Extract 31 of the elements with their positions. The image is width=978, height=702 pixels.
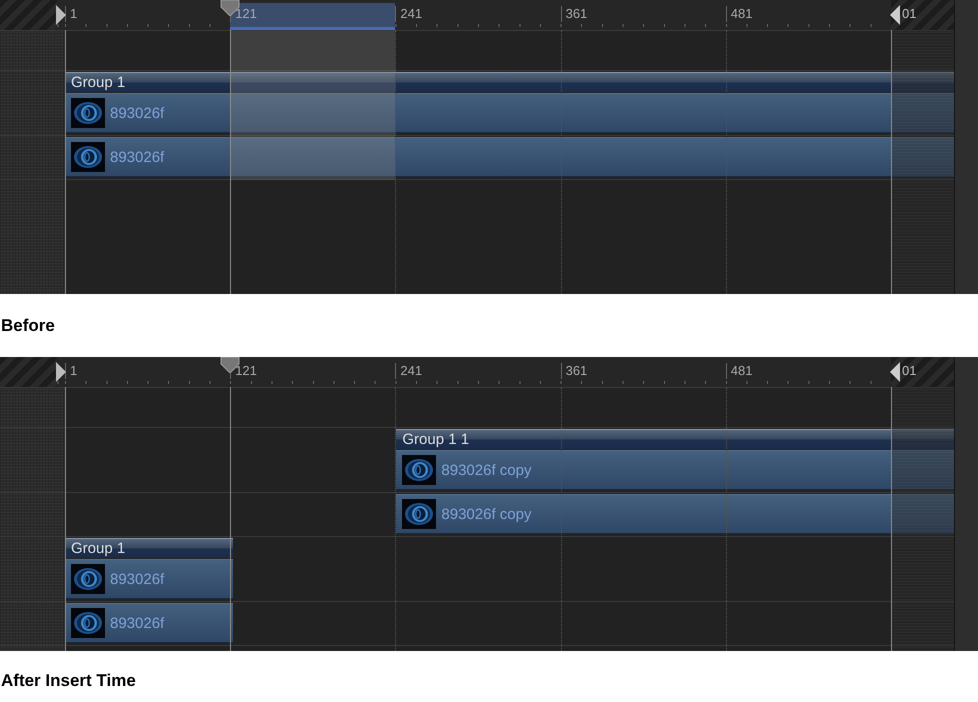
hatched-area xyxy=(0,357,57,387)
layer-name: 893026f xyxy=(110,570,164,588)
hatched-area xyxy=(0,0,57,30)
play-range-end-icon[interactable] xyxy=(890,5,900,25)
hatched-area xyxy=(891,357,955,387)
ruler-label: 01 xyxy=(902,363,916,379)
layer-bar[interactable]: 893026f copy xyxy=(396,494,955,534)
ruler-label: 241 xyxy=(395,363,422,379)
layer-bar[interactable]: 893026f xyxy=(65,137,955,177)
layer-bar[interactable]: 893026f xyxy=(65,93,955,133)
ruler-label: 361 xyxy=(560,363,588,379)
play-range-end-icon[interactable] xyxy=(890,362,900,382)
layer-bar[interactable]: 893026f xyxy=(65,603,234,643)
layer-bar[interactable]: 893026f xyxy=(65,559,234,599)
ruler-label: 481 xyxy=(726,6,752,22)
hatched-area xyxy=(891,0,955,30)
ruler-label: 241 xyxy=(395,6,422,22)
ruler-label: 01 xyxy=(902,6,916,22)
layer-name: 893026f xyxy=(110,614,164,632)
layer-bar[interactable]: 893026f copy xyxy=(396,450,955,490)
figure-caption: After Insert Time xyxy=(1,670,136,690)
layer-name: 893026f copy xyxy=(441,506,532,522)
ruler-label: 481 xyxy=(726,363,752,379)
layer-name: 893026f xyxy=(110,148,164,166)
group-bar[interactable]: Group 1 1 xyxy=(396,429,955,449)
group-bar[interactable]: Group 1 xyxy=(65,72,955,92)
layer-name: 893026f xyxy=(110,104,164,122)
layer-name: 893026f copy xyxy=(441,462,532,478)
figure-caption: Before xyxy=(1,316,55,336)
ruler-label: 361 xyxy=(560,6,588,22)
group-bar[interactable]: Group 1 xyxy=(65,538,234,558)
